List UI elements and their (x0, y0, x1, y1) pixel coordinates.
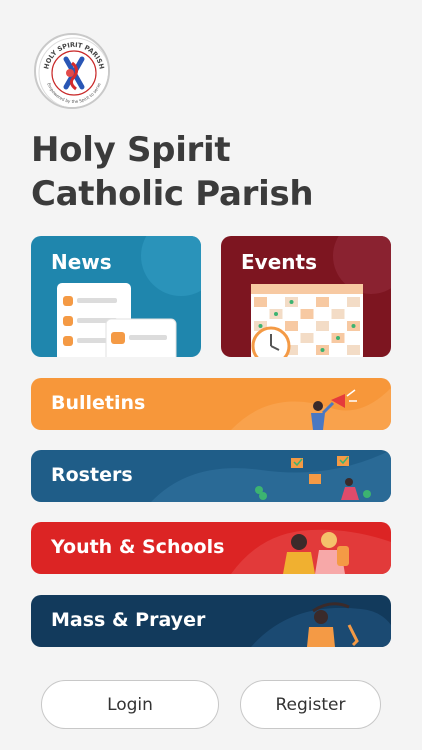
calendar-cell (316, 321, 329, 331)
calendar-cell (347, 297, 360, 307)
calendar-cell (331, 309, 345, 319)
parish-logo-emblem: HOLY SPIRIT PARISH Empowered by the Spir… (38, 37, 108, 107)
calendar-dot (258, 324, 263, 328)
calendar-cell (269, 297, 283, 307)
calendar-cell (347, 333, 360, 343)
calendar-cell (285, 321, 298, 331)
calendar-dot (336, 336, 340, 340)
calendar-dot (320, 348, 325, 352)
bulletins-button[interactable]: Bulletins (31, 378, 391, 430)
calendar-cell (331, 321, 345, 331)
news-label: News (51, 250, 112, 274)
page-title: Holy Spirit Catholic Parish (31, 128, 314, 216)
parish-logo: HOLY SPIRIT PARISH Empowered by the Spir… (34, 33, 110, 109)
calendar-dot (289, 300, 294, 304)
calendar-cell (285, 309, 298, 319)
calendar-dot (274, 312, 278, 316)
calendar-cell (316, 333, 329, 343)
calendar-dot (351, 324, 356, 328)
rosters-label: Rosters (51, 464, 133, 486)
calendar-cell (254, 309, 267, 319)
calendar-cell (254, 297, 267, 307)
youth-schools-button[interactable]: Youth & Schools (31, 522, 391, 574)
register-button[interactable]: Register (240, 680, 381, 729)
login-button[interactable]: Login (41, 680, 219, 729)
mass-prayer-label: Mass & Prayer (51, 609, 206, 631)
title-line-1: Holy Spirit (31, 130, 231, 170)
events-tile[interactable]: Events (221, 236, 391, 357)
calendar-cell (316, 309, 329, 319)
events-label: Events (241, 250, 317, 274)
news-tile[interactable]: News (31, 236, 201, 357)
calendar-cell (331, 297, 345, 307)
calendar-cell (300, 297, 314, 307)
calendar-cell (300, 345, 314, 355)
calendar-cell (300, 309, 314, 319)
calendar-cell (300, 333, 314, 343)
calendar-cell (316, 297, 329, 307)
youth-schools-label: Youth & Schools (51, 536, 225, 558)
calendar-cell (300, 321, 314, 331)
calendar-cell (331, 345, 345, 355)
bulletins-label: Bulletins (51, 392, 146, 414)
title-line-2: Catholic Parish (31, 174, 314, 214)
rosters-button[interactable]: Rosters (31, 450, 391, 502)
mass-prayer-button[interactable]: Mass & Prayer (31, 595, 391, 647)
calendar-cell (347, 309, 360, 319)
calendar-cell (347, 345, 360, 355)
